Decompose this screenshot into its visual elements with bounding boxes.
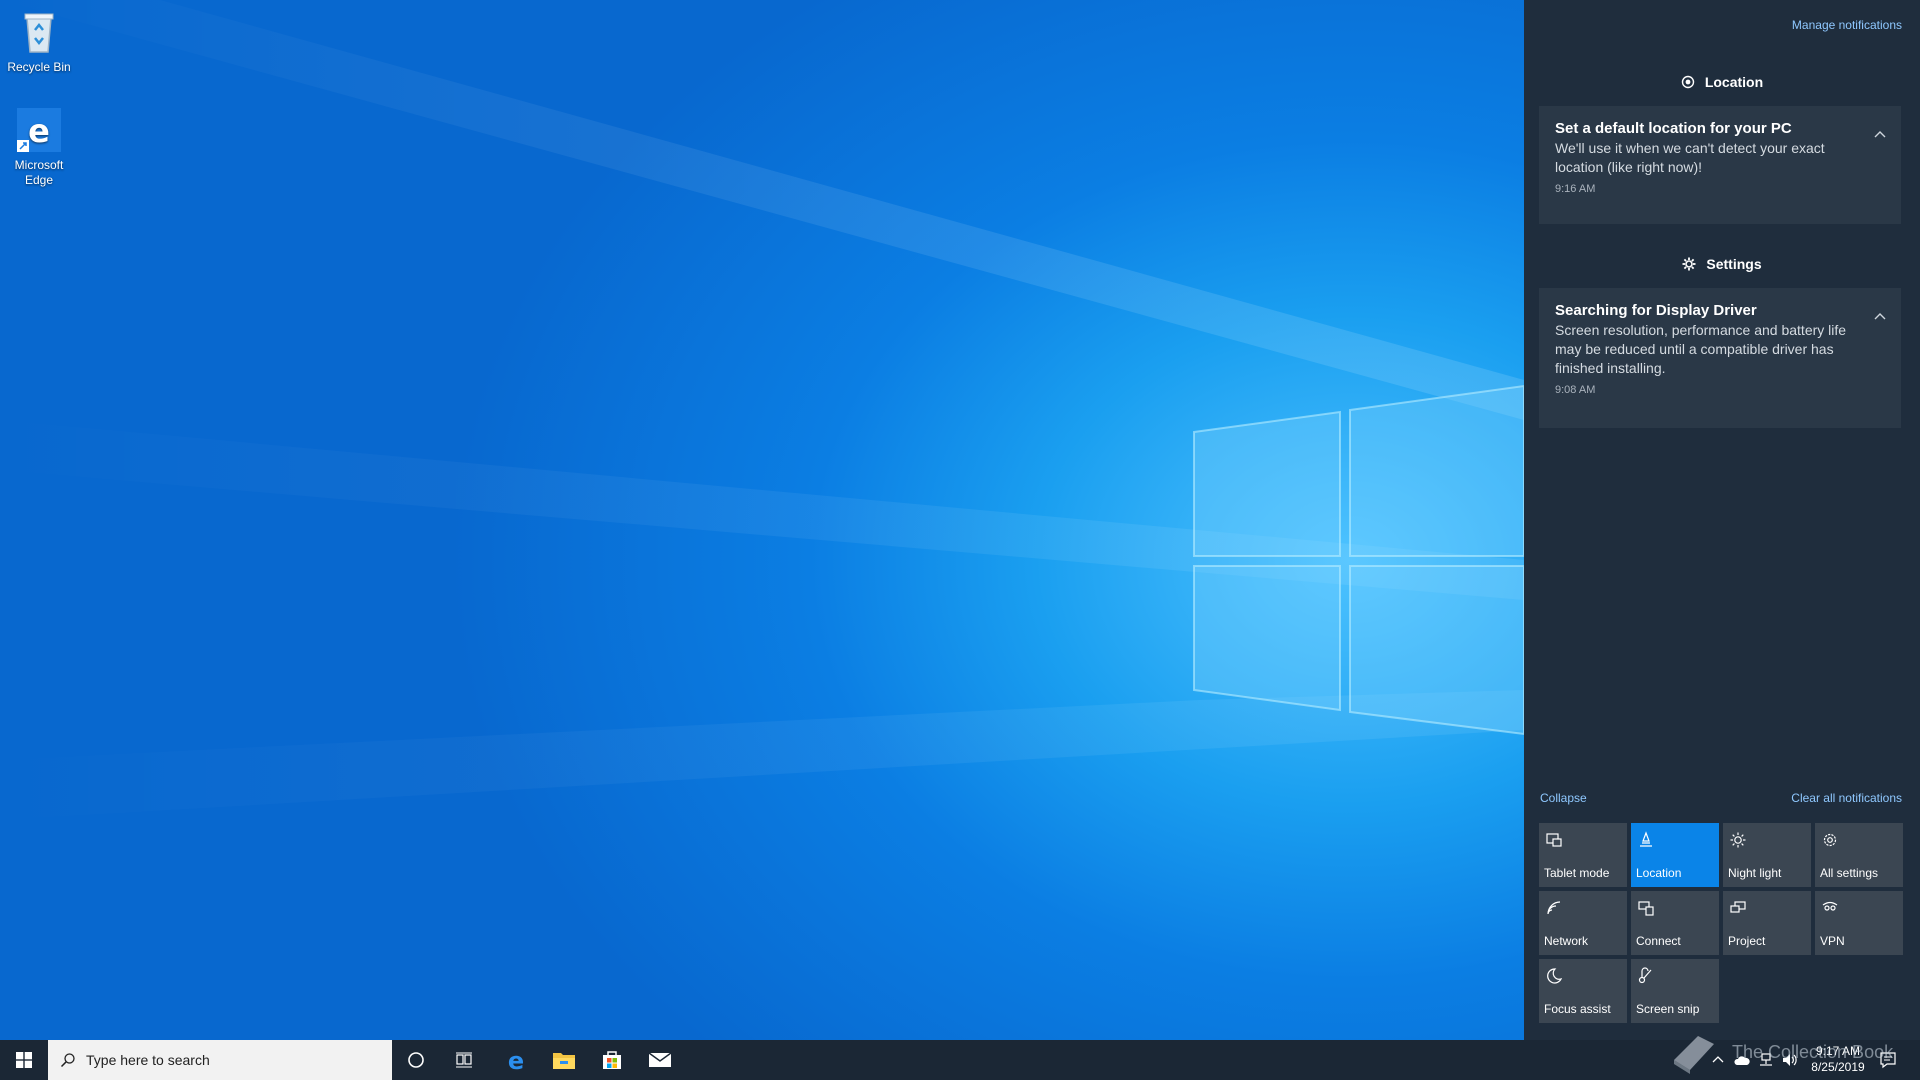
mail-icon bbox=[648, 1052, 672, 1067]
start-button[interactable] bbox=[0, 1040, 48, 1080]
file-explorer-icon bbox=[553, 1053, 575, 1069]
svg-text:e: e bbox=[28, 112, 50, 150]
quick-action-label: VPN bbox=[1820, 934, 1845, 948]
chevron-up-icon[interactable] bbox=[1873, 128, 1887, 142]
group-app-name: Location bbox=[1704, 74, 1764, 90]
cortana-icon bbox=[408, 1052, 424, 1068]
quick-action-label: Focus assist bbox=[1544, 1002, 1611, 1016]
svg-text:e: e bbox=[508, 1048, 524, 1072]
quick-action-network[interactable]: Network bbox=[1539, 891, 1627, 955]
quick-action-label: Night light bbox=[1728, 866, 1782, 880]
watermark: The Collection Book bbox=[1668, 1026, 1918, 1080]
cortana-button[interactable] bbox=[396, 1040, 436, 1080]
notification-title: Searching for Display Driver bbox=[1555, 302, 1757, 319]
store-icon bbox=[603, 1051, 621, 1069]
taskbar-app-store[interactable] bbox=[590, 1040, 634, 1080]
notification-body: We'll use it when we can't detect your e… bbox=[1555, 140, 1825, 175]
notification-time: 9:08 AM bbox=[1555, 384, 1596, 396]
vpn-icon bbox=[1822, 901, 1838, 911]
quick-action-tablet-mode[interactable]: Tablet mode bbox=[1539, 823, 1627, 887]
desktop-icon-recycle-bin[interactable]: Recycle Bin bbox=[2, 8, 76, 75]
quick-action-label: Connect bbox=[1636, 934, 1681, 948]
notification-group-header-settings: Settings bbox=[1524, 256, 1920, 272]
watermark-text: The Collection Book bbox=[1732, 1042, 1894, 1062]
quick-action-all-settings[interactable]: All settings bbox=[1815, 823, 1903, 887]
clear-all-notifications-link[interactable]: Clear all notifications bbox=[1791, 791, 1902, 805]
quick-action-connect[interactable]: Connect bbox=[1631, 891, 1719, 955]
desktop-icon-edge[interactable]: e Microsoft Edge bbox=[2, 106, 76, 188]
windows-logo-icon bbox=[16, 1052, 32, 1068]
taskbar: Type here to search e 9:17 AM 8/25/2019 bbox=[0, 1040, 1920, 1080]
notification-card[interactable]: Searching for Display Driver Screen reso… bbox=[1539, 288, 1901, 428]
notification-card[interactable]: Set a default location for your PC We'll… bbox=[1539, 106, 1901, 224]
quick-action-label: Project bbox=[1728, 934, 1766, 948]
search-icon bbox=[60, 1053, 75, 1068]
quick-action-label: All settings bbox=[1820, 866, 1879, 880]
task-view-button[interactable] bbox=[444, 1040, 484, 1080]
notification-group-header-location: Location bbox=[1524, 74, 1920, 90]
taskbar-app-edge[interactable]: e bbox=[494, 1040, 538, 1080]
action-center: Manage notifications Location Set a defa… bbox=[1524, 0, 1920, 1040]
search-placeholder: Type here to search bbox=[86, 1052, 210, 1068]
edge-icon: e bbox=[15, 106, 63, 154]
quick-action-label: Screen snip bbox=[1636, 1002, 1700, 1016]
night-light-icon bbox=[1730, 832, 1746, 848]
project-icon bbox=[1730, 901, 1746, 913]
taskbar-app-file-explorer[interactable] bbox=[542, 1040, 586, 1080]
quick-action-project[interactable]: Project bbox=[1723, 891, 1811, 955]
tablet-mode-icon bbox=[1546, 833, 1562, 847]
gear-icon bbox=[1823, 833, 1837, 847]
desktop-icon-label: Microsoft Edge bbox=[14, 158, 64, 187]
connect-icon bbox=[1638, 901, 1654, 916]
recycle-bin-icon bbox=[15, 8, 63, 56]
quick-action-label: Location bbox=[1636, 866, 1682, 880]
edge-icon: e bbox=[508, 1048, 524, 1072]
notification-time: 9:16 AM bbox=[1555, 183, 1596, 195]
taskbar-search-box[interactable]: Type here to search bbox=[48, 1040, 392, 1080]
desktop-icon-label: Recycle Bin bbox=[7, 60, 71, 74]
quick-action-vpn[interactable]: VPN bbox=[1815, 891, 1903, 955]
notification-title: Set a default location for your PC bbox=[1555, 120, 1792, 137]
quick-action-screen-snip[interactable]: Screen snip bbox=[1631, 959, 1719, 1023]
gear-icon bbox=[1682, 257, 1696, 271]
quick-actions-grid: Tablet mode Location Night light All set… bbox=[1539, 823, 1909, 1023]
quick-action-night-light[interactable]: Night light bbox=[1723, 823, 1811, 887]
location-icon bbox=[1681, 75, 1695, 89]
taskbar-app-mail[interactable] bbox=[638, 1040, 682, 1080]
collapse-link[interactable]: Collapse bbox=[1540, 791, 1587, 805]
quick-action-location[interactable]: Location bbox=[1631, 823, 1719, 887]
book-logo-icon bbox=[1674, 1036, 1714, 1074]
location-icon bbox=[1640, 831, 1652, 847]
network-icon bbox=[1547, 901, 1561, 915]
windows-logo-wallpaper bbox=[1193, 384, 1525, 736]
quick-action-focus-assist[interactable]: Focus assist bbox=[1539, 959, 1627, 1023]
moon-icon bbox=[1547, 968, 1563, 984]
quick-action-label: Network bbox=[1544, 934, 1589, 948]
quick-action-label: Tablet mode bbox=[1544, 866, 1610, 880]
notification-body: Screen resolution, performance and batte… bbox=[1555, 322, 1847, 376]
chevron-up-icon[interactable] bbox=[1873, 310, 1887, 324]
task-view-icon bbox=[456, 1052, 472, 1068]
group-app-name: Settings bbox=[1706, 256, 1762, 272]
manage-notifications-link[interactable]: Manage notifications bbox=[1792, 18, 1902, 32]
screen-snip-icon bbox=[1638, 967, 1652, 984]
